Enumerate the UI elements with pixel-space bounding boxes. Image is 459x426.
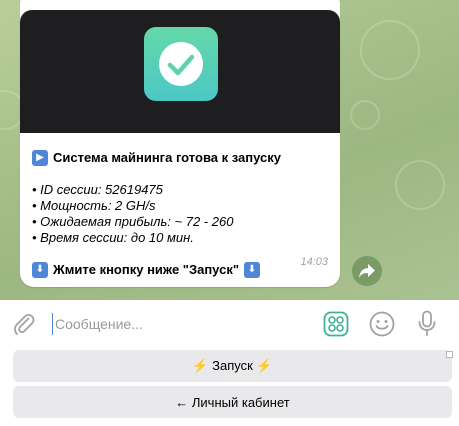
reply-keyboard: ⚡ Запуск ⚡ ← Личный кабинет xyxy=(0,346,459,426)
message-cta-line: ⬇ Жмите кнопку ниже "Запуск" ⬇ xyxy=(32,262,332,278)
wallpaper-doodle xyxy=(395,160,445,210)
forward-button[interactable] xyxy=(352,256,382,286)
message-text: ▶ Система майнинга готова к запуску • ID… xyxy=(32,150,332,278)
grid-icon[interactable] xyxy=(323,311,349,337)
message-timestamp: 14:03 xyxy=(300,256,328,268)
arrow-down-icon: ⬇ xyxy=(32,262,48,278)
smiley-icon[interactable] xyxy=(369,311,395,337)
paperclip-icon[interactable] xyxy=(12,312,36,336)
detail-duration: • Время сессии: до 10 мин. xyxy=(32,230,194,245)
message-cta: Жмите кнопку ниже "Запуск" xyxy=(53,262,239,277)
message-composer xyxy=(0,300,459,346)
wallpaper-doodle xyxy=(360,20,420,80)
personal-account-button[interactable]: ← Личный кабинет xyxy=(13,386,452,418)
detail-session-id: • ID сессии: 52619475 xyxy=(32,182,163,197)
play-icon: ▶ xyxy=(32,150,48,166)
arrow-down-icon: ⬇ xyxy=(244,262,260,278)
checkmark-icon xyxy=(144,27,218,101)
message-title: Система майнинга готова к запуску xyxy=(53,150,281,165)
message-input[interactable] xyxy=(52,313,302,335)
detail-power: • Мощность: 2 GH/s xyxy=(32,198,156,213)
detail-profit: • Ожидаемая прибыль: ~ 72 - 260 xyxy=(32,214,234,229)
keyboard-corner-marker xyxy=(446,351,453,358)
wallpaper-doodle xyxy=(350,100,380,130)
forward-arrow-icon xyxy=(359,264,375,278)
message-title-line: ▶ Система майнинга готова к запуску xyxy=(32,150,332,166)
microphone-icon[interactable] xyxy=(417,310,437,338)
message-media[interactable] xyxy=(20,10,340,133)
bot-message-bubble: ▶ Система майнинга готова к запуску • ID… xyxy=(20,0,340,287)
launch-button[interactable]: ⚡ Запуск ⚡ xyxy=(13,350,452,382)
